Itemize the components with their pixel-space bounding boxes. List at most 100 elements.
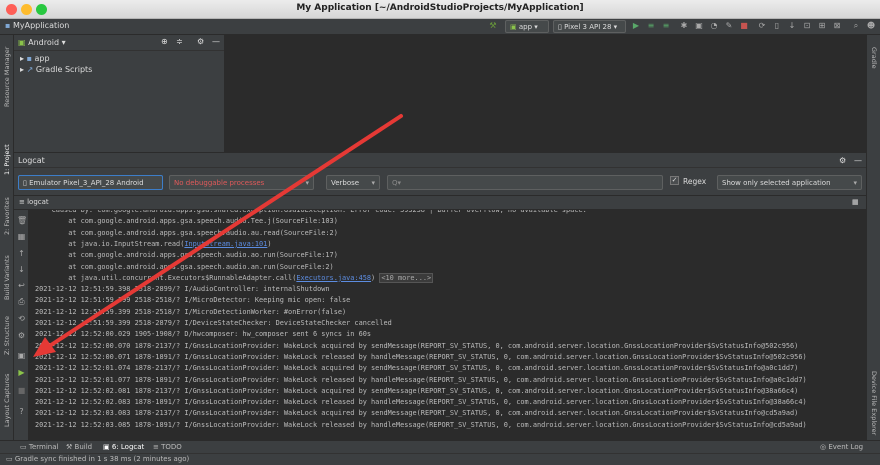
tab-resource-manager[interactable]: Resource Manager — [3, 47, 11, 107]
tree-item-app[interactable]: ▸ ▪ app — [20, 54, 50, 63]
hammer-icon[interactable]: ⚒ — [488, 21, 498, 31]
tab-logcat[interactable]: ▣ 6: Logcat — [103, 443, 144, 451]
project-name: MyApplication — [12, 21, 70, 30]
chevron-down-icon[interactable]: ▾ — [62, 38, 66, 47]
hammer-icon: ⚒ — [66, 443, 73, 451]
tab-logcat[interactable]: ≡ logcat — [19, 198, 49, 206]
profile-icon[interactable]: ◔ — [709, 21, 719, 31]
tab-project[interactable]: 1: Project — [3, 144, 11, 175]
tree-item-gradle-scripts[interactable]: ▸ ↗ Gradle Scripts — [20, 65, 92, 74]
tab-label: 6: Logcat — [111, 443, 145, 451]
sync-gradle-icon[interactable]: ⟳ — [757, 21, 767, 31]
tab-todo[interactable]: ≡ TODO — [153, 443, 182, 451]
restart-icon[interactable]: ⟲ — [17, 314, 26, 323]
logcat-toolbar: 🗑 ▦ ↑ ↓ ↩ ⎙ ⟲ ⚙ ▣ ▶ ■ ? — [14, 210, 29, 440]
device-select[interactable]: ▯ Pixel 3 API 28 ▾ — [553, 20, 626, 33]
logcat-header: Logcat ⚙ — — [14, 152, 866, 168]
source-link[interactable]: InputStream.java:101 — [184, 240, 267, 248]
search-icon[interactable]: ⌕ — [851, 21, 861, 31]
chevron-down-icon: ▾ — [371, 179, 375, 187]
layout-icon[interactable]: ▦ — [852, 198, 859, 206]
help-icon[interactable]: ? — [17, 407, 26, 416]
log-line: at com.google.android.apps.gsa.speech.au… — [35, 228, 338, 237]
stop-icon[interactable]: ■ — [17, 386, 26, 395]
android-icon: ▣ — [18, 38, 26, 47]
ide-window: My Application [~/AndroidStudioProjects/… — [0, 0, 880, 465]
device-select-label: Emulator Pixel_3_API_28 Android — [29, 179, 144, 187]
apply-changes-icon[interactable]: ≡ — [646, 21, 656, 31]
chevron-right-icon: ▸ — [20, 54, 25, 63]
log-line: Caused by: com.google.android.apps.gsa.s… — [35, 210, 587, 214]
event-log-icon: ◎ — [820, 443, 827, 451]
tab-structure[interactable]: Z: Structure — [3, 316, 11, 355]
project-structure-icon[interactable]: ⊞ — [817, 21, 827, 31]
tab-build-variants[interactable]: Build Variants — [3, 255, 11, 300]
tab-logcat-label: logcat — [27, 198, 49, 206]
arrow-up-icon[interactable]: ↑ — [17, 249, 26, 258]
scroll-to-end-icon[interactable]: ▦ — [17, 232, 26, 241]
soft-wrap-icon[interactable]: ↩ — [17, 281, 26, 290]
log-line: at com.google.android.apps.gsa.speech.au… — [35, 217, 338, 226]
phone-icon: ▯ — [23, 179, 27, 187]
run-icon[interactable]: ▶ — [631, 21, 641, 31]
tab-label: Terminal — [28, 443, 59, 451]
tab-favorites[interactable]: 2: Favorites — [3, 197, 11, 235]
gear-icon[interactable]: ⚙ — [839, 156, 846, 165]
screen-record-icon[interactable]: ▶ — [17, 368, 26, 377]
search-input[interactable]: Q▾ — [387, 175, 663, 190]
locate-icon[interactable]: ⊕ — [161, 37, 168, 46]
log-text: at java.io.InputStream.read( — [35, 239, 185, 248]
logcat-output[interactable]: Caused by: com.google.android.apps.gsa.s… — [29, 210, 866, 440]
coverage-icon[interactable]: ▣ — [694, 21, 704, 31]
device-select[interactable]: ▯ Emulator Pixel_3_API_28 Android — [18, 175, 163, 190]
android-icon: ▣ — [103, 443, 110, 451]
avatar[interactable]: ☻ — [866, 21, 876, 31]
log-line: 2021-12-12 12:52:03.083 1878-2137/? I/Gn… — [35, 409, 799, 418]
hide-icon[interactable]: — — [212, 37, 220, 46]
avd-manager-icon[interactable]: ▯ — [772, 21, 782, 31]
apply-code-changes-icon[interactable]: ≡ — [661, 21, 671, 31]
attach-debugger-icon[interactable]: ✎ — [724, 21, 734, 31]
tab-layout-captures[interactable]: Layout Captures — [3, 374, 11, 427]
status-text: Gradle sync finished in 1 s 38 ms (2 min… — [14, 455, 190, 463]
project-view-select[interactable]: Android — [28, 38, 59, 47]
resource-manager-icon[interactable]: ⊠ — [832, 21, 842, 31]
fold-more-button[interactable]: <10 more...> — [379, 272, 434, 283]
run-config-label: app — [518, 23, 533, 31]
run-config-select[interactable]: ▣ app ▾ — [505, 20, 549, 33]
log-line: 2021-12-12 12:52:03.085 1878-1891/? I/Gn… — [35, 420, 807, 429]
stop-icon[interactable]: ■ — [739, 21, 749, 31]
debug-icon[interactable]: ✱ — [679, 21, 689, 31]
search-placeholder: Q▾ — [392, 179, 402, 187]
gradle-icon: ↗ — [26, 65, 34, 74]
layout-inspector-icon[interactable]: ⊡ — [802, 21, 812, 31]
log-level-label: Verbose — [331, 179, 360, 187]
process-select[interactable]: No debuggable processes ▾ — [169, 175, 314, 190]
log-line: at java.util.concurrent.Executors$Runnab… — [35, 272, 434, 284]
tab-terminal[interactable]: ▭ Terminal — [20, 443, 58, 451]
tab-event-log[interactable]: ◎ Event Log — [820, 443, 863, 451]
regex-label: Regex — [683, 177, 707, 186]
screenshot-icon[interactable]: ▣ — [17, 351, 26, 360]
tab-build[interactable]: ⚒ Build — [66, 443, 92, 451]
process-select-label: No debuggable processes — [174, 179, 265, 187]
print-icon[interactable]: ⎙ — [17, 297, 26, 306]
sdk-manager-icon[interactable]: ↓ — [787, 21, 797, 31]
log-line: at com.google.android.apps.gsa.speech.au… — [35, 251, 338, 260]
clear-logcat-icon[interactable]: 🗑 — [17, 216, 27, 225]
collapse-icon[interactable]: ≑ — [176, 37, 183, 46]
tab-device-file-explorer[interactable]: Device File Explorer — [870, 371, 878, 435]
log-level-select[interactable]: Verbose ▾ — [326, 175, 380, 190]
project-breadcrumb[interactable]: ▪ MyApplication — [5, 21, 69, 30]
gear-icon[interactable]: ⚙ — [17, 331, 26, 340]
chevron-down-icon: ▾ — [853, 179, 857, 187]
filter-select[interactable]: Show only selected application ▾ — [717, 175, 862, 190]
editor-area[interactable] — [225, 35, 866, 152]
gear-icon[interactable]: ⚙ — [197, 37, 204, 46]
arrow-down-icon[interactable]: ↓ — [17, 265, 26, 274]
tab-gradle[interactable]: Gradle — [870, 47, 878, 69]
regex-checkbox[interactable]: ✓ — [670, 176, 679, 185]
tab-label: TODO — [161, 443, 182, 451]
hide-icon[interactable]: — — [854, 156, 862, 165]
source-link[interactable]: Executors.java:458 — [296, 274, 371, 282]
